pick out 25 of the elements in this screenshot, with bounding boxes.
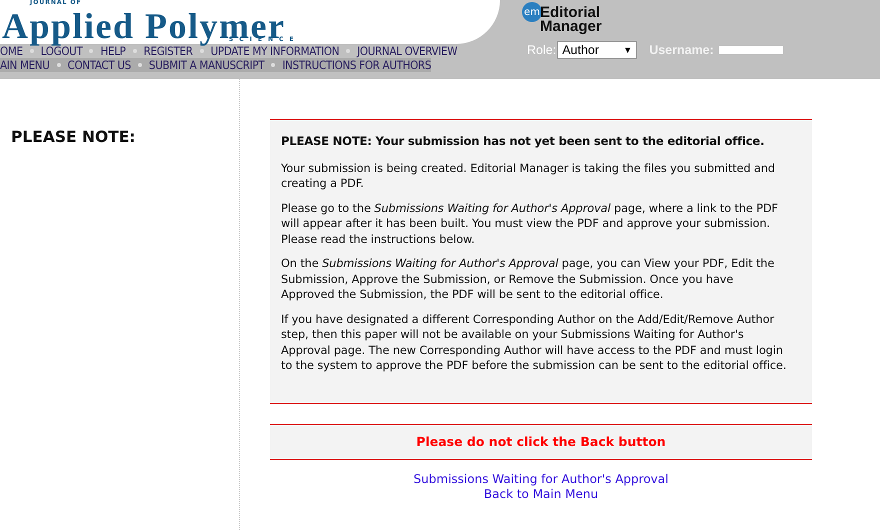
notice-paragraph: On the Submissions Waiting for Author's Approval page, you can View your PDF, Edit the Submission, Approve the Submission, or Remove the Submission. Once you have Approved the Submission, the PDF will be sent to the editorial office. bbox=[281, 256, 776, 302]
back-button-warning: Please do not click the Back button bbox=[270, 424, 812, 460]
role-label: Role: bbox=[527, 43, 556, 57]
separator-dot bbox=[138, 63, 142, 67]
notice-paragraph: If you have designated a different Corresponding Author on the Add/Edit/Remove Author step, then this paper will not be available on your Submissions Waiting for Author's Approval page. The new Corresponding Author will have access to the PDF and must login to the system to approve the PDF before the submission can be sent to the editorial office. bbox=[281, 312, 788, 374]
nav-link[interactable]: REGISTER bbox=[144, 44, 193, 58]
redacted-username bbox=[718, 46, 783, 54]
nav-link[interactable]: AIN MENU bbox=[0, 58, 50, 72]
page-link[interactable]: Submissions Waiting for Author's Approval bbox=[414, 472, 668, 486]
page-link[interactable]: Back to Main Menu bbox=[484, 486, 598, 502]
nav-link[interactable]: SUBMIT A MANUSCRIPT bbox=[148, 58, 264, 72]
nav-link[interactable]: CONTACT US bbox=[68, 58, 131, 72]
nav-link[interactable]: INSTRUCTIONS FOR AUTHORS bbox=[282, 58, 432, 72]
nav-link[interactable]: LOGOUT bbox=[40, 44, 82, 58]
notice-heading: PLEASE NOTE: Your submission has not yet been sent to the editorial office. bbox=[281, 134, 766, 150]
nav-link[interactable]: OME bbox=[0, 44, 23, 58]
notice-paragraph: Your submission is being created. Editorial Manager is taking the files you submitted and creating a PDF. bbox=[281, 160, 776, 192]
separator-dot bbox=[271, 63, 276, 67]
role-select[interactable]: Author ▼ bbox=[557, 41, 638, 59]
separator-dot bbox=[56, 63, 61, 67]
sidebar-heading: PLEASE NOTE: bbox=[11, 128, 136, 146]
nav-link[interactable]: HELP bbox=[100, 44, 126, 58]
notice-paragraph: Please go to the Submissions Waiting for Author's Approval page, where a link to the PDF will appear after it has been built. You must view the PDF and approve your submission. Please read the instructions below. bbox=[281, 200, 779, 247]
nav-link[interactable]: UPDATE MY INFORMATION bbox=[210, 44, 340, 58]
nav-link[interactable]: JOURNAL OVERVIEW bbox=[357, 44, 458, 58]
